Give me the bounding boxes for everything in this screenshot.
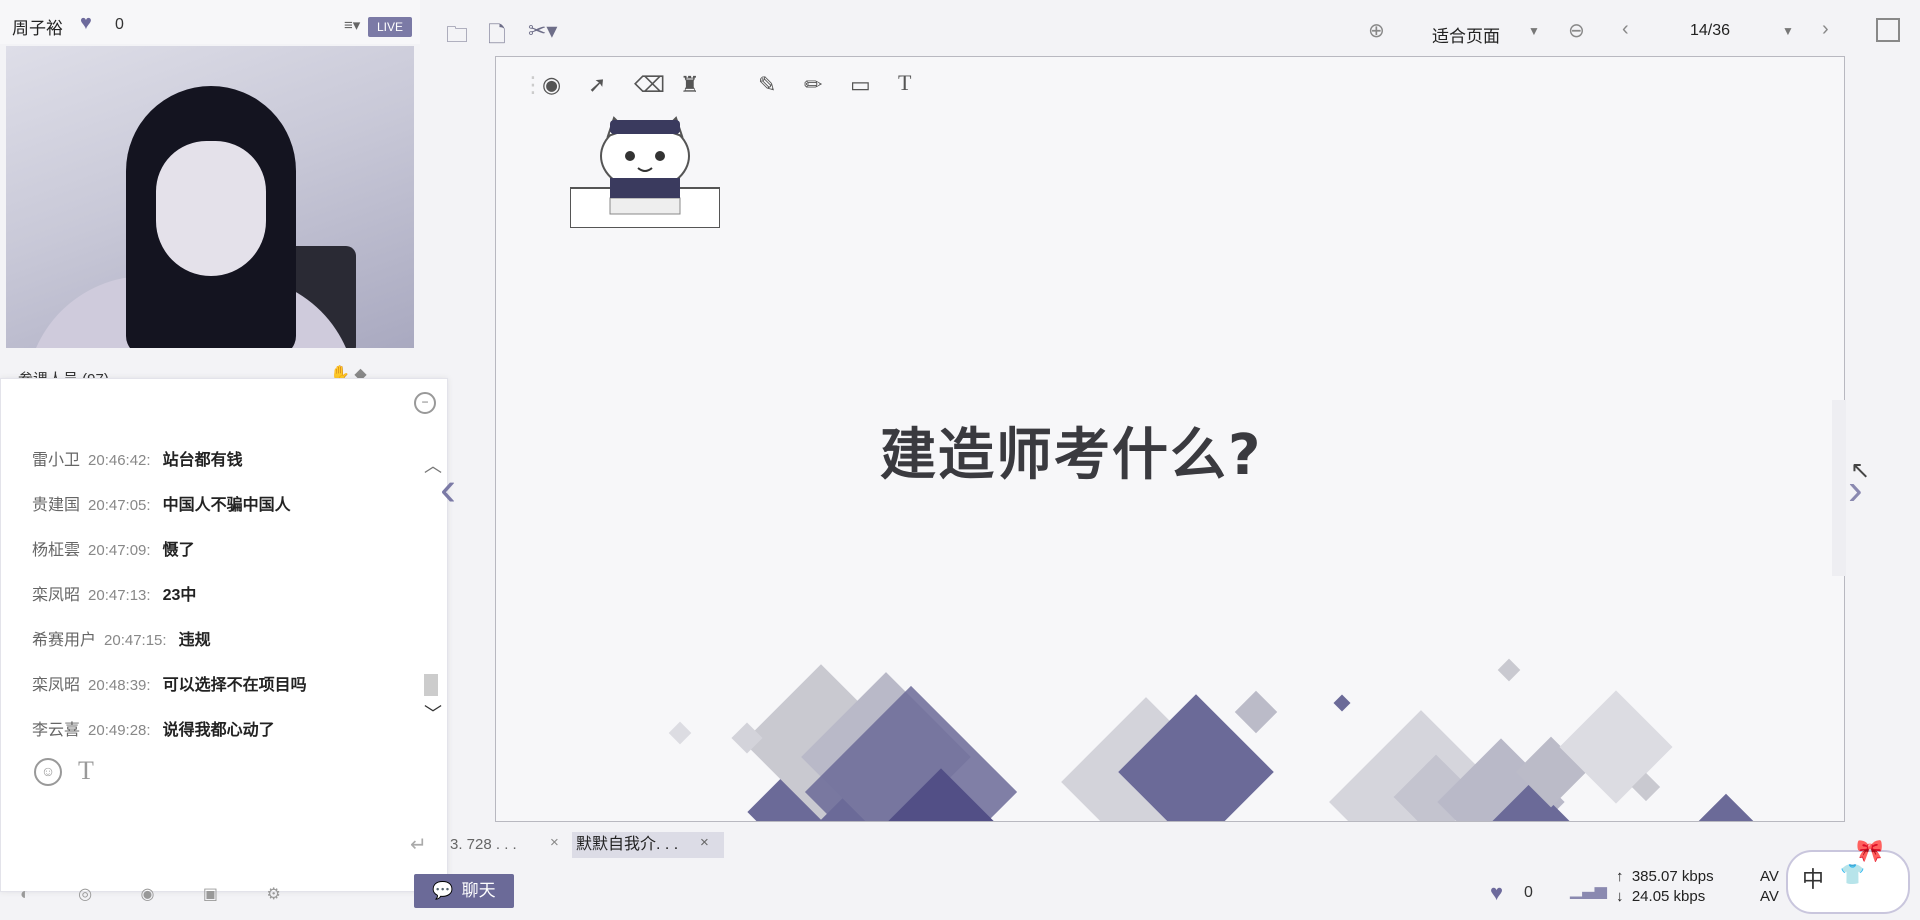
chat-message: 雷小卫 20:46:42: 站台都有钱 — [32, 446, 243, 470]
diamond-shape — [1497, 658, 1521, 682]
chat-tab-label: 聊天 — [461, 881, 496, 900]
diamond-shape — [668, 721, 692, 745]
signal-icon: ▁▃▅ — [1570, 882, 1607, 899]
chat-user: 栾凤昭 — [32, 677, 81, 694]
folder-icon[interactable]: 🗀 — [446, 18, 468, 56]
chat-user: 栾凤昭 — [32, 587, 81, 604]
chat-user: 希赛用户 — [32, 632, 97, 649]
send-icon[interactable]: ↵ — [410, 832, 427, 857]
shirt-icon[interactable]: 👕 — [1840, 862, 1865, 887]
zoom-mode-select[interactable]: 适合页面 — [1432, 22, 1500, 47]
chat-user: 杨柾雲 — [32, 542, 81, 559]
av-label: AV — [1760, 888, 1779, 905]
heart-icon[interactable]: ♥ — [1490, 880, 1503, 906]
chat-time: 20:47:13: — [88, 587, 151, 604]
face-shape — [156, 141, 266, 276]
slide-scrollbar[interactable] — [1832, 400, 1846, 576]
chat-time: 20:47:15: — [104, 632, 167, 649]
document-tab[interactable]: 3. 728 . . . — [450, 836, 517, 853]
chat-text: 慑了 — [162, 542, 195, 559]
toolbar-grip[interactable]: ⋮ — [522, 72, 544, 98]
text-icon[interactable]: T — [898, 70, 911, 96]
bottom-tools-icons[interactable]: ◐ ◎ ◉ ▣ ⚙ — [20, 884, 303, 904]
chat-text: 23中 — [162, 587, 197, 604]
chat-text: 违规 — [178, 632, 211, 649]
chat-message: 贵建国 20:47:05: 中国人不骗中国人 — [32, 491, 291, 515]
download-rate: ↓ 24.05 kbps — [1616, 888, 1706, 905]
diamond-shape — [1234, 690, 1278, 734]
rectangle-icon[interactable]: ▭ — [850, 72, 871, 98]
chat-message: 栾凤昭 20:48:39: 可以选择不在项目吗 — [32, 671, 307, 695]
chat-text: 可以选择不在项目吗 — [162, 677, 307, 694]
chevron-down-icon[interactable]: ▼ — [1528, 24, 1540, 38]
diamond-shape — [1697, 793, 1755, 821]
close-icon[interactable]: × — [550, 834, 559, 851]
upload-rate: ↑ 385.07 kbps — [1616, 868, 1714, 885]
close-icon[interactable]: × — [700, 834, 709, 851]
next-page-icon[interactable]: › — [1822, 18, 1829, 41]
chat-tab[interactable]: 💬 聊天 — [414, 874, 514, 908]
chat-time: 20:46:42: — [88, 452, 151, 469]
chat-message: 栾凤昭 20:47:13: 23中 — [32, 581, 196, 605]
heart-icon[interactable]: ♥ — [80, 12, 92, 35]
scroll-thumb[interactable] — [424, 674, 438, 696]
page-indicator[interactable]: 14/36 — [1690, 22, 1730, 40]
upload-rate-value: 385.07 kbps — [1631, 868, 1714, 885]
brush-icon[interactable]: ♜ — [680, 72, 700, 98]
mascot-logo — [570, 116, 720, 228]
scissors-icon[interactable]: ✂▾ — [528, 18, 557, 44]
like-count: 0 — [115, 16, 124, 33]
record-icon[interactable]: ◉ — [542, 72, 561, 98]
chat-time: 20:47:05: — [88, 497, 151, 514]
teacher-name: 周子裕 — [12, 19, 63, 38]
chat-text: 中国人不骗中国人 — [162, 497, 291, 514]
bow-icon: 🎀 — [1856, 838, 1884, 863]
chat-message: 李云喜 20:49:28: 说得我都心动了 — [32, 716, 275, 740]
chat-scrollbar[interactable]: ︿ ﹀ — [424, 452, 442, 724]
emoji-icon[interactable]: ☺ — [34, 758, 62, 786]
slide-title: 建造师考什么? — [880, 423, 1263, 488]
pen-icon[interactable]: ✎ — [758, 72, 776, 98]
mouse-cursor-icon: ↖ — [1850, 457, 1871, 484]
chat-user: 雷小卫 — [32, 452, 81, 469]
chat-text: 说得我都心动了 — [162, 722, 275, 739]
chat-time: 20:49:28: — [88, 722, 151, 739]
chat-time: 20:48:39: — [88, 677, 151, 694]
chat-time: 20:47:09: — [88, 542, 151, 559]
chat-text: 站台都有钱 — [162, 452, 243, 469]
menu-icon[interactable]: ≡▾ — [344, 16, 360, 34]
highlighter-icon[interactable]: ✏ — [804, 72, 822, 98]
prev-page-icon[interactable]: ‹ — [1622, 18, 1629, 41]
chevron-down-icon[interactable]: ▼ — [1782, 24, 1794, 38]
zoom-out-icon[interactable]: ⊖ — [1568, 18, 1585, 43]
download-rate-value: 24.05 kbps — [1631, 888, 1706, 905]
chat-user: 李云喜 — [32, 722, 81, 739]
ime-language[interactable]: 中 — [1802, 862, 1824, 894]
chevron-left-icon[interactable]: ‹ — [440, 462, 456, 517]
eraser-icon[interactable]: ⌫ — [634, 72, 665, 98]
collapse-icon[interactable]: − — [414, 392, 436, 414]
av-label: AV — [1760, 868, 1779, 885]
chat-bubble-icon: 💬 — [432, 881, 454, 900]
diamond-shape — [1333, 694, 1351, 712]
chat-message: 希赛用户 20:47:15: 违规 — [32, 626, 211, 650]
like-count: 0 — [1524, 884, 1533, 901]
chat-user: 贵建国 — [32, 497, 81, 514]
pointer-icon[interactable]: ➚ — [588, 72, 606, 98]
scroll-down-icon[interactable]: ﹀ — [424, 700, 442, 726]
file-icon[interactable]: 🗋 — [488, 18, 506, 56]
teacher-video — [6, 46, 414, 348]
text-format-icon[interactable]: T — [78, 756, 94, 786]
chat-message: 杨柾雲 20:47:09: 慑了 — [32, 536, 195, 560]
live-badge: LIVE — [368, 17, 412, 37]
zoom-in-icon[interactable]: ⊕ — [1368, 18, 1385, 43]
fullscreen-icon[interactable] — [1876, 18, 1900, 42]
